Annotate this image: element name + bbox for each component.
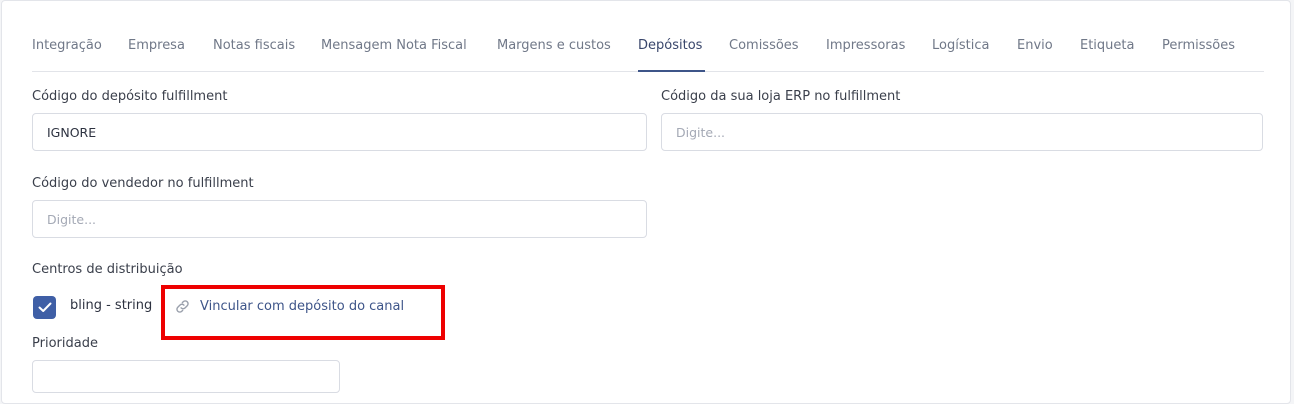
tab-permissoes[interactable]: Permissões <box>1162 38 1235 53</box>
settings-card: Integração Empresa Notas fiscais Mensage… <box>1 0 1291 404</box>
seller-code-input[interactable] <box>32 200 647 238</box>
distribution-centers-label: Centros de distribuição <box>32 262 183 277</box>
deposit-code-input[interactable] <box>32 113 647 151</box>
tab-comissoes[interactable]: Comissões <box>729 38 799 53</box>
active-tab-indicator <box>638 70 705 72</box>
distribution-center-name: bling - string <box>70 298 153 313</box>
check-icon <box>38 302 51 312</box>
tab-impressoras[interactable]: Impressoras <box>826 38 905 53</box>
tab-notas-fiscais[interactable]: Notas fiscais <box>213 38 295 53</box>
tab-integracao[interactable]: Integração <box>32 38 102 53</box>
seller-code-label: Código do vendedor no fulfillment <box>32 176 254 191</box>
erp-store-code-input[interactable] <box>661 113 1263 151</box>
highlight-box <box>161 285 445 340</box>
tab-logistica[interactable]: Logística <box>932 38 989 53</box>
tab-margens-e-custos[interactable]: Margens e custos <box>497 38 611 53</box>
tab-depositos[interactable]: Depósitos <box>638 38 702 53</box>
tab-envio[interactable]: Envio <box>1017 38 1053 53</box>
distribution-center-checkbox[interactable] <box>33 296 56 319</box>
erp-store-code-label: Código da sua loja ERP no fulfillment <box>661 89 901 104</box>
tab-etiqueta[interactable]: Etiqueta <box>1080 38 1134 53</box>
priority-input[interactable] <box>32 360 340 393</box>
priority-label: Prioridade <box>32 336 98 351</box>
tab-bar: Integração Empresa Notas fiscais Mensage… <box>32 28 1264 72</box>
tab-empresa[interactable]: Empresa <box>128 38 185 53</box>
deposit-code-label: Código do depósito fulfillment <box>32 89 228 104</box>
tab-mensagem-nota-fiscal[interactable]: Mensagem Nota Fiscal <box>321 38 467 53</box>
